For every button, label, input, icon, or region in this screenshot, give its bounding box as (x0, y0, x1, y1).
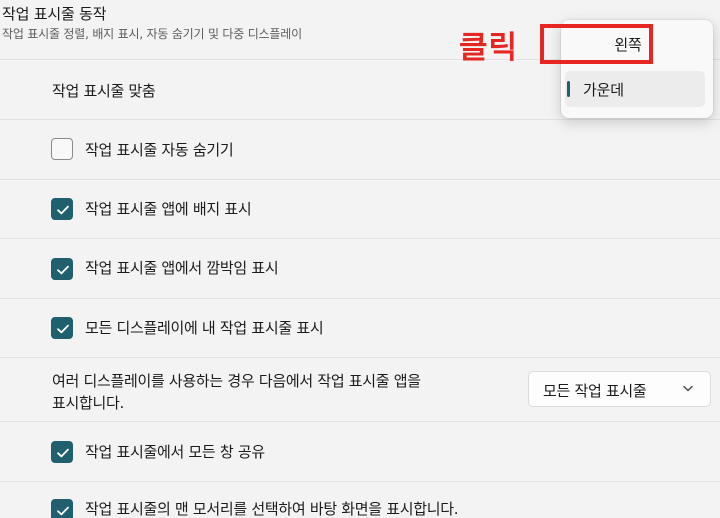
click-highlight-box (540, 24, 653, 64)
checkmark-icon (57, 448, 69, 458)
checkmark-icon (57, 265, 69, 275)
flashing-row[interactable]: 작업 표시줄 앱에서 깜박임 표시 (0, 239, 720, 299)
corner-desktop-label: 작업 표시줄의 맨 모서리를 선택하여 바탕 화면을 표시합니다. (85, 500, 459, 518)
multi-display-label-line2: 표시합니다. (52, 394, 124, 412)
flashing-checkbox[interactable] (51, 258, 73, 280)
multi-display-dropdown[interactable]: 모든 작업 표시줄 (528, 371, 711, 407)
flashing-label: 작업 표시줄 앱에서 깜박임 표시 (85, 259, 279, 277)
alignment-option-center-label: 가운데 (583, 81, 624, 99)
multi-display-dropdown-value: 모든 작업 표시줄 (543, 382, 647, 400)
all-displays-label: 모든 디스플레이에 내 작업 표시줄 표시 (85, 319, 324, 337)
corner-desktop-row[interactable]: 작업 표시줄의 맨 모서리를 선택하여 바탕 화면을 표시합니다. (0, 482, 720, 518)
badges-label: 작업 표시줄 앱에 배지 표시 (85, 200, 252, 218)
auto-hide-checkbox[interactable] (51, 138, 73, 160)
auto-hide-row[interactable]: 작업 표시줄 자동 숨기기 (0, 120, 720, 180)
checkmark-icon (57, 205, 69, 215)
taskbar-behaviors-page: 작업 표시줄 동작 작업 표시줄 정렬, 배지 표시, 자동 숨기기 및 다중 … (0, 0, 720, 518)
checkmark-icon (57, 324, 69, 334)
auto-hide-label: 작업 표시줄 자동 숨기기 (85, 141, 234, 159)
share-window-row[interactable]: 작업 표시줄에서 모든 창 공유 (0, 422, 720, 482)
all-displays-row[interactable]: 모든 디스플레이에 내 작업 표시줄 표시 (0, 299, 720, 358)
badges-checkbox[interactable] (51, 198, 73, 220)
click-annotation-label: 클릭 (459, 30, 519, 66)
all-displays-checkbox[interactable] (51, 317, 73, 339)
share-window-checkbox[interactable] (51, 441, 73, 463)
checkmark-icon (57, 506, 69, 516)
multi-display-label-line1: 여러 디스플레이를 사용하는 경우 다음에서 작업 표시줄 앱을 (52, 372, 421, 390)
share-window-label: 작업 표시줄에서 모든 창 공유 (85, 443, 265, 461)
alignment-option-center[interactable]: 가운데 (565, 71, 705, 107)
section-title: 작업 표시줄 동작 (2, 5, 107, 23)
chevron-down-icon (683, 385, 693, 392)
corner-desktop-checkbox[interactable] (51, 499, 73, 518)
badges-row[interactable]: 작업 표시줄 앱에 배지 표시 (0, 180, 720, 239)
section-subtitle: 작업 표시줄 정렬, 배지 표시, 자동 숨기기 및 다중 디스플레이 (2, 27, 302, 41)
selection-indicator (567, 81, 570, 97)
alignment-label: 작업 표시줄 맞춤 (52, 82, 156, 100)
